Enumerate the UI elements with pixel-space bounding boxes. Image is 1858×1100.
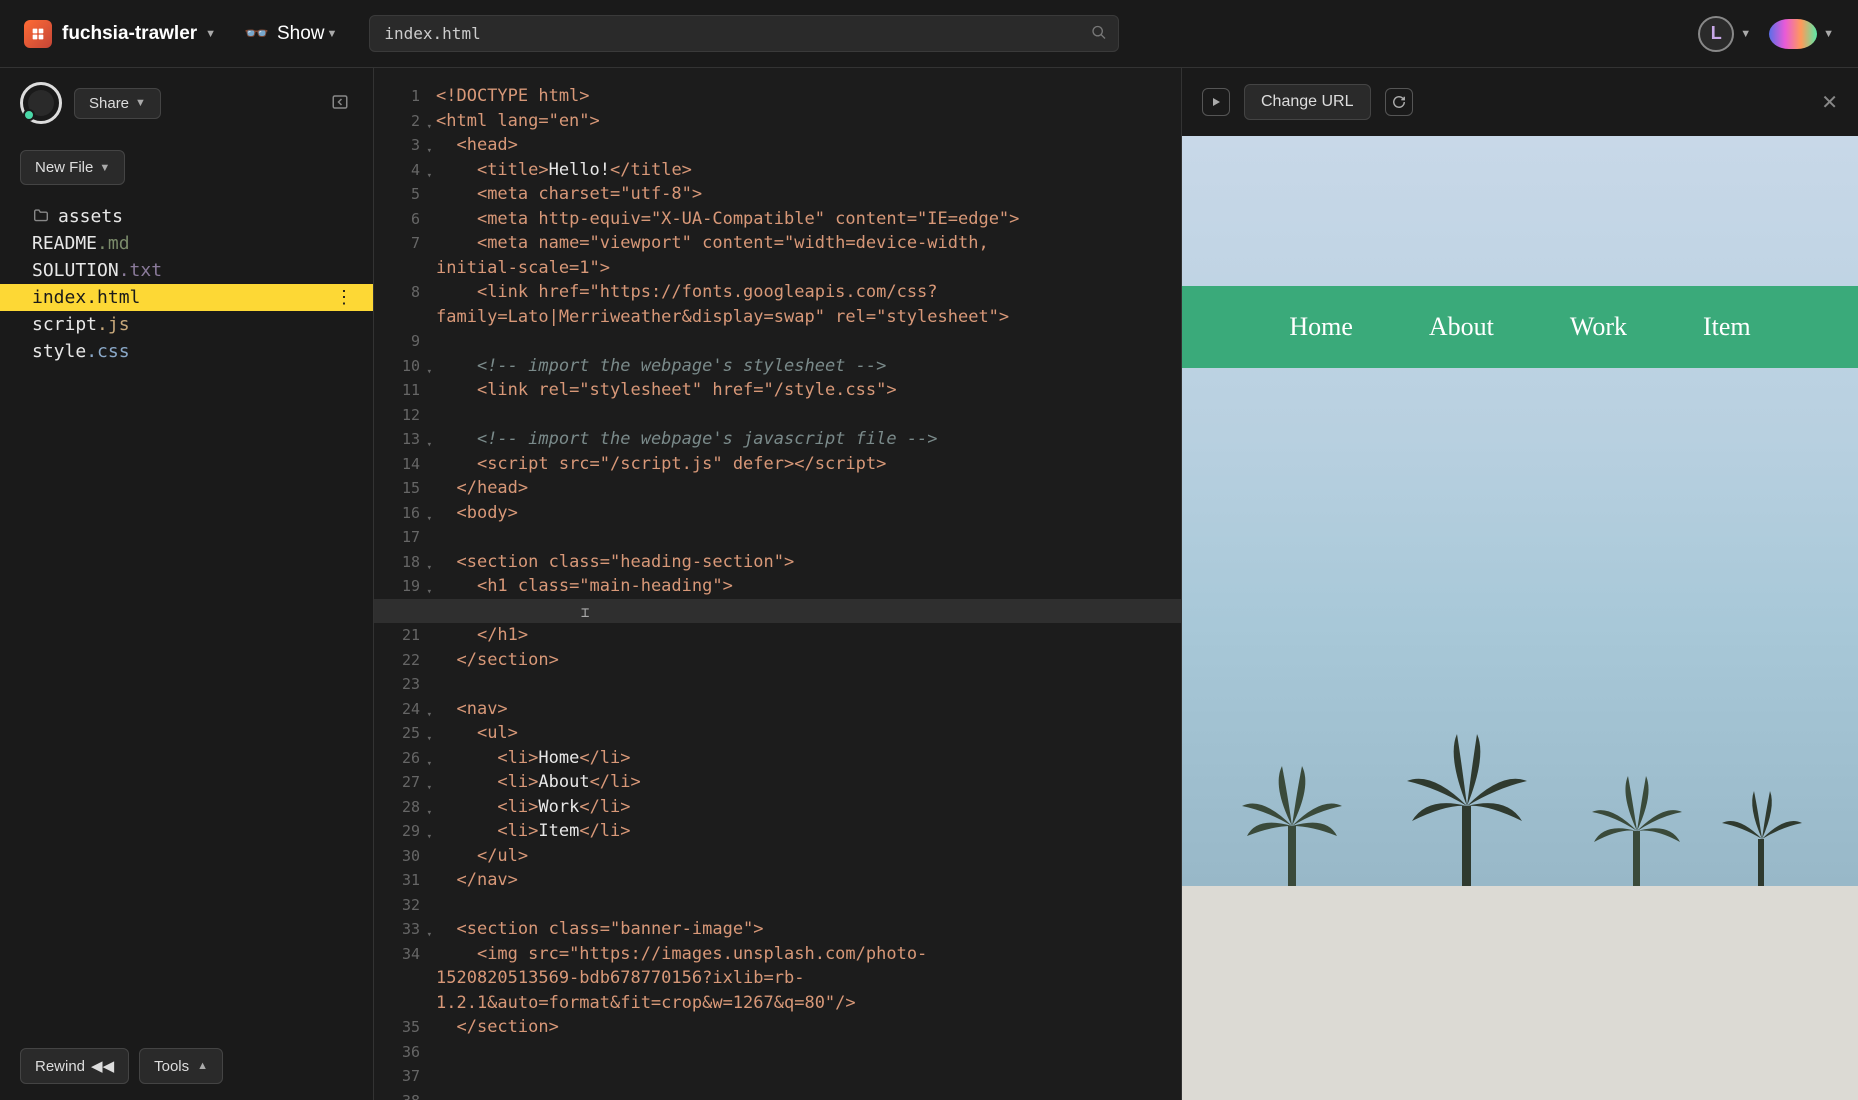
chevron-down-icon: ▼ [326,28,337,40]
file-item-style[interactable]: style.css [0,338,373,365]
top-bar: fuchsia-trawler ▼ 👓 Show ▼ L ▼ ▼ [0,0,1858,68]
nav-link-work[interactable]: Work [1570,312,1627,342]
user-avatar-2[interactable]: ▼ [1769,19,1834,49]
profile-avatar[interactable] [20,82,62,124]
rewind-button[interactable]: Rewind ◀◀ [20,1048,129,1084]
file-tree: assetsREADME.mdSOLUTION.txtindex.html⋮sc… [0,203,373,1032]
close-icon[interactable]: ✕ [1821,90,1838,115]
tools-button[interactable]: Tools ▲ [139,1048,223,1084]
chevron-down-icon: ▼ [99,162,110,174]
text-cursor-icon: ⌶ [581,601,589,626]
preview-content: Home About Work Item [1182,136,1858,1100]
user-avatar-1[interactable]: L ▼ [1698,16,1751,52]
project-name[interactable]: fuchsia-trawler [62,23,197,45]
file-item-script[interactable]: script.js [0,311,373,338]
search-bar [369,15,1119,52]
file-item-README[interactable]: README.md [0,230,373,257]
preview-pane: Change URL ✕ Home About Work Item [1181,68,1858,1100]
preview-nav: Home About Work Item [1182,286,1858,368]
online-status-dot [23,109,35,121]
change-url-button[interactable]: Change URL [1244,84,1371,120]
chevron-down-icon: ▼ [1823,28,1834,40]
rewind-icon: ◀◀ [91,1057,114,1075]
chevron-down-icon: ▼ [1740,28,1751,40]
nav-link-item[interactable]: Item [1703,312,1751,342]
more-icon[interactable]: ⋮ [335,287,353,308]
nav-link-about[interactable]: About [1429,312,1494,342]
chevron-down-icon[interactable]: ▼ [205,28,216,40]
chevron-down-icon: ▼ [135,97,146,109]
code-editor[interactable]: 12▾3▾4▾5678910▾111213▾141516▾1718▾19▾202… [374,68,1181,1100]
file-item-index[interactable]: index.html⋮ [0,284,373,311]
nav-link-home[interactable]: Home [1289,312,1353,342]
search-icon[interactable] [1091,24,1107,43]
folder-icon [32,206,50,227]
collapse-sidebar-icon[interactable] [327,89,353,118]
new-file-button[interactable]: New File ▼ [20,150,125,185]
refresh-icon[interactable] [1385,88,1413,116]
chevron-up-icon: ▲ [197,1060,208,1072]
show-label: Show [277,23,325,45]
share-button[interactable]: Share ▼ [74,88,161,119]
play-icon[interactable] [1202,88,1230,116]
glasses-icon: 👓 [244,21,269,46]
file-item-SOLUTION[interactable]: SOLUTION.txt [0,257,373,284]
search-input[interactable] [369,15,1119,52]
project-logo [24,20,52,48]
show-button[interactable]: 👓 Show ▼ [244,21,337,46]
file-item-assets[interactable]: assets [0,203,373,230]
sidebar: Share ▼ New File ▼ assetsREADME.mdSOLUTI… [0,68,374,1100]
